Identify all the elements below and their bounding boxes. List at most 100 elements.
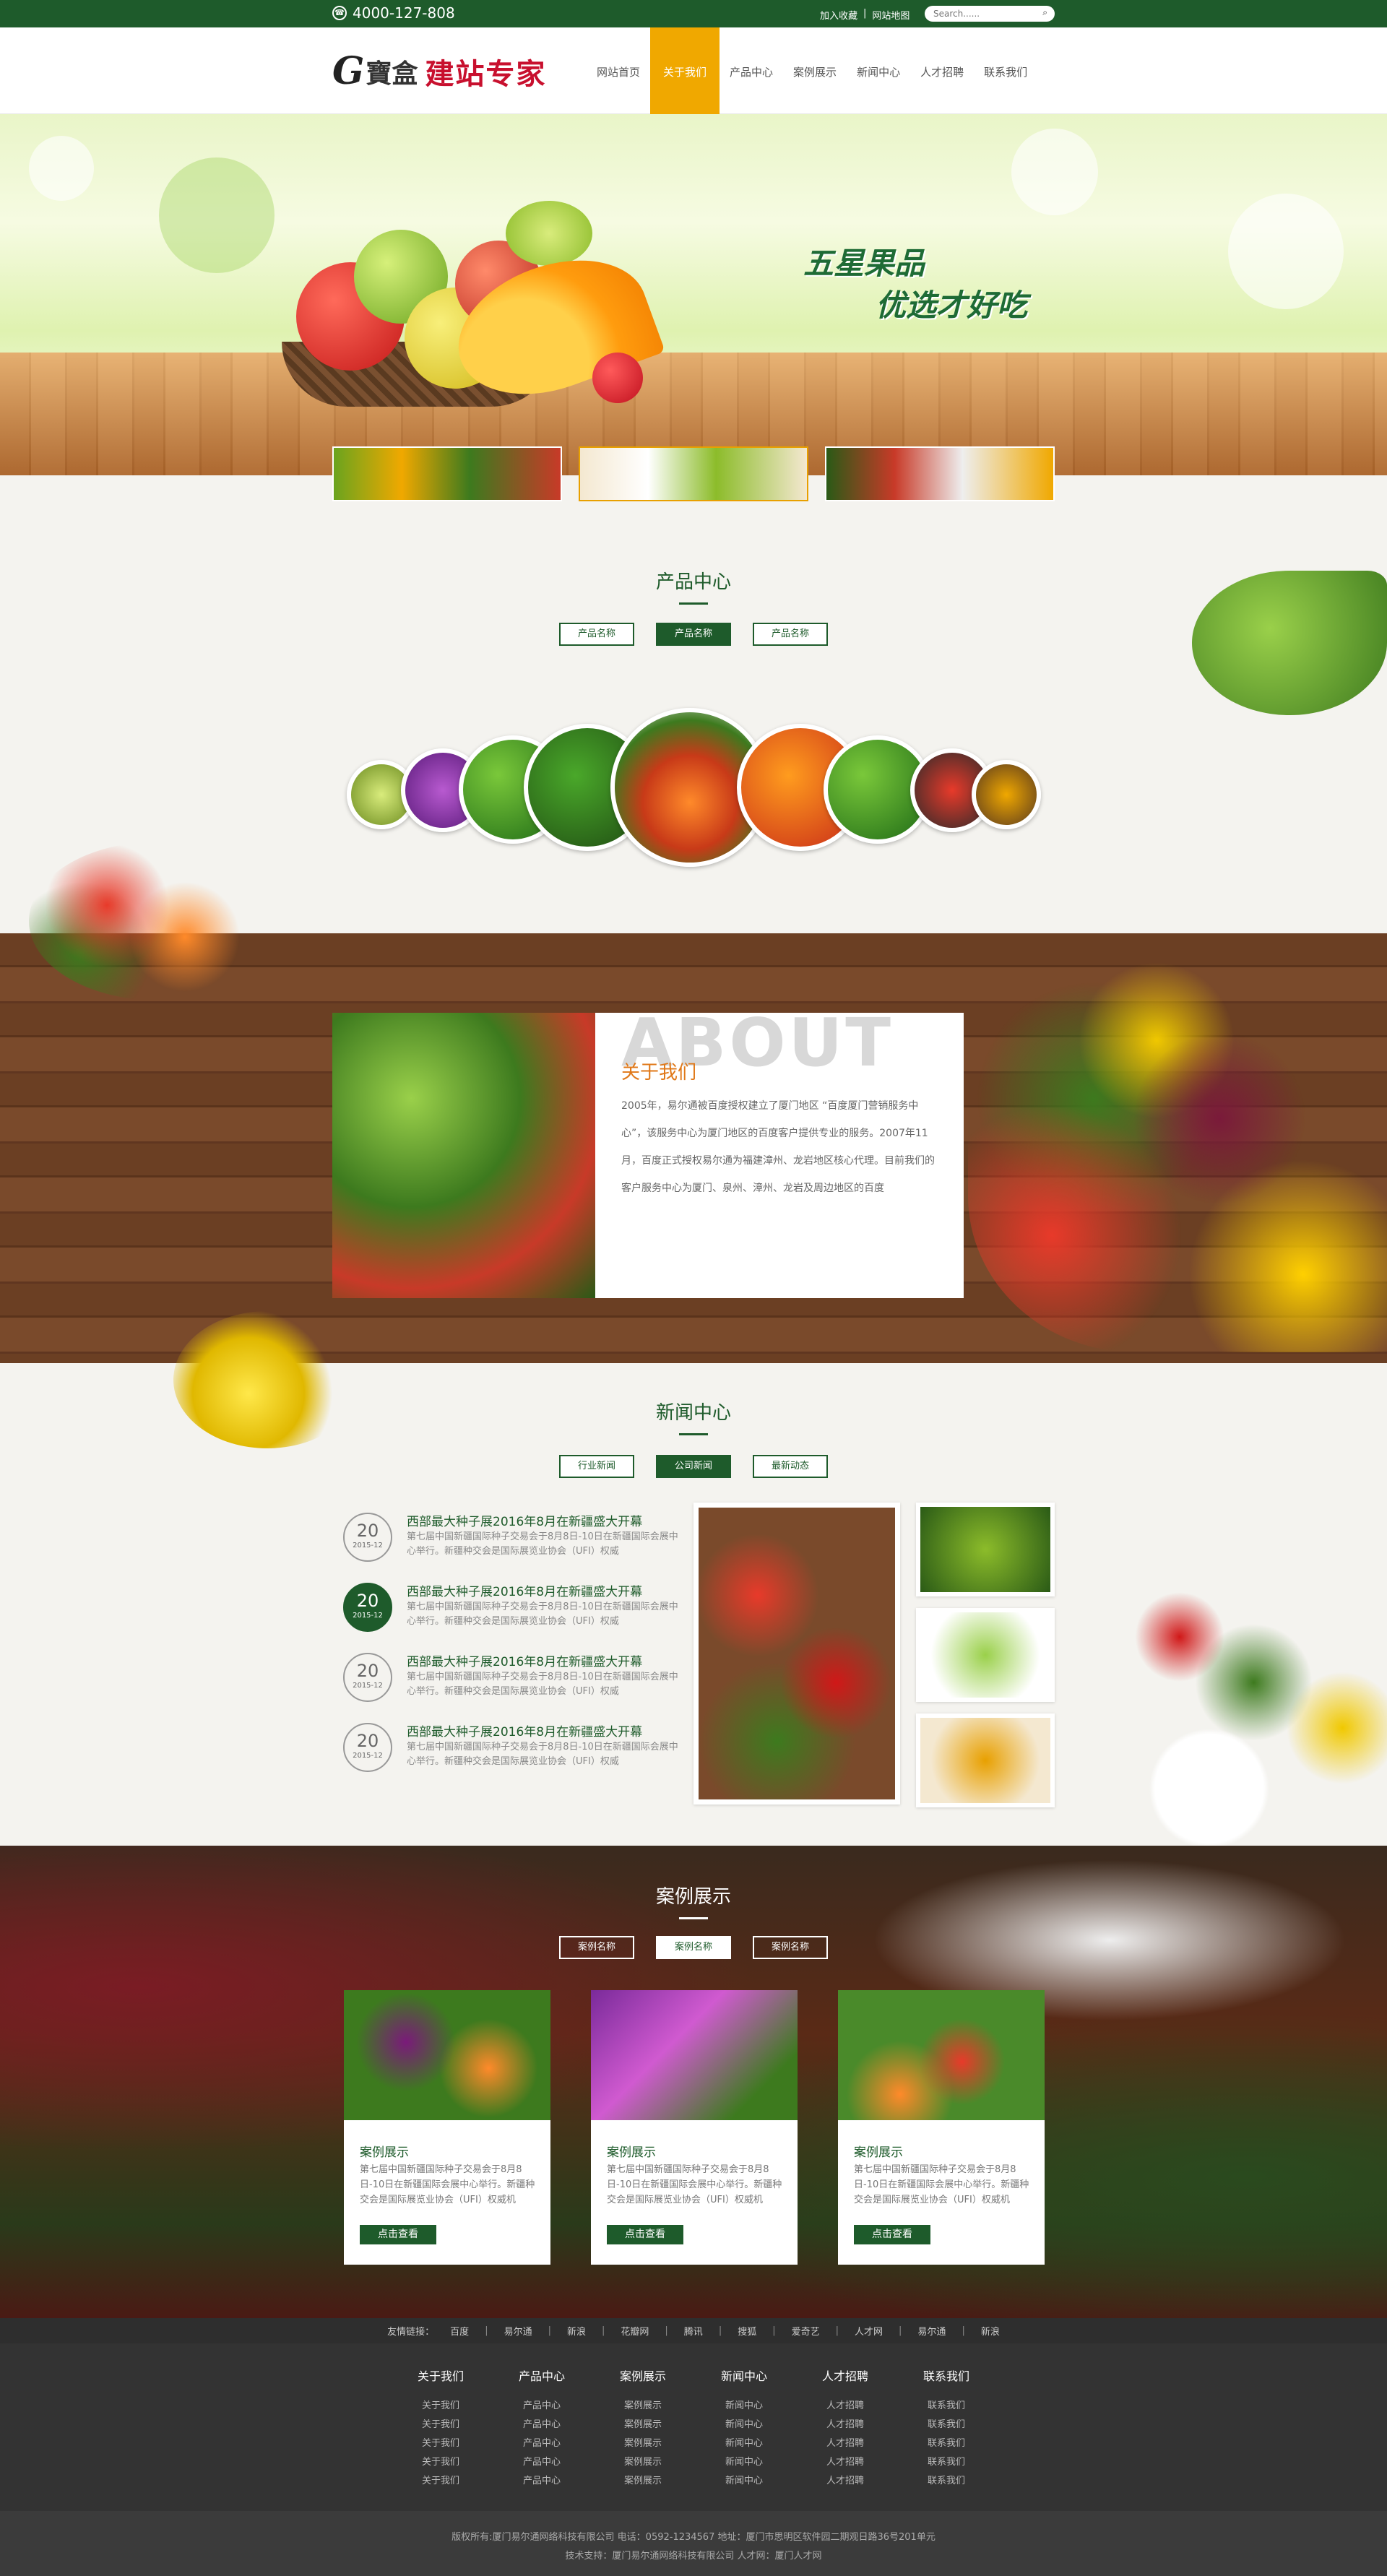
phone-icon: ☎ <box>332 6 347 20</box>
case-image <box>344 1990 550 2120</box>
banner-thumb-2[interactable] <box>579 446 808 501</box>
search-box: ⌕ <box>925 6 1055 22</box>
view-case-button[interactable]: 点击查看 <box>360 2225 436 2244</box>
about-section: ABOUT 关于我们 2005年，易尔通被百度授权建立了厦门地区 “百度厦门营销… <box>0 933 1387 1363</box>
news-date: 20 2015-12 <box>343 1513 392 1562</box>
case-card[interactable]: 案例展示 第七届中国新疆国际种子交易会于8月8日-10日在新疆国际会展中心举行。… <box>591 1990 798 2265</box>
banner-thumb-3[interactable] <box>825 446 1055 501</box>
hero-banner: 五星果品 优选才好吃 <box>0 114 1387 475</box>
news-thumb-2[interactable] <box>916 1608 1055 1702</box>
news-date: 20 2015-12 <box>343 1723 392 1772</box>
news-summary: 第七届中国新疆国际种子交易会于8月8日-10日在新疆国际会展中心举行。新疆种交会… <box>407 1672 678 1697</box>
footer-column: 产品中心 产品中心 产品中心 产品中心 产品中心 产品中心 <box>518 2369 565 2486</box>
news-item[interactable]: 20 2015-12 西部最大种子展2016年8月在新疆盛大开幕 第七届中国新疆国… <box>343 1580 683 1650</box>
vegetables-image <box>332 1013 595 1298</box>
fruit-basket-image <box>968 962 1387 1352</box>
news-summary: 第七届中国新疆国际种子交易会于8月8日-10日在新疆国际会展中心举行。新疆种交会… <box>407 1602 678 1627</box>
strawberry-image <box>592 353 643 403</box>
footer-column: 案例展示 案例展示 案例展示 案例展示 案例展示 案例展示 <box>619 2369 666 2486</box>
product-circle[interactable] <box>972 760 1041 829</box>
nav-news[interactable]: 新闻中心 <box>847 27 910 114</box>
friend-link[interactable]: 腾讯 <box>684 2324 703 2338</box>
news-item[interactable]: 20 2015-12 西部最大种子展2016年8月在新疆盛大开幕 第七届中国新疆国… <box>343 1650 683 1720</box>
logo[interactable]: G 寶盒 建站专家 <box>332 49 546 93</box>
nav-home[interactable]: 网站首页 <box>587 27 650 114</box>
case-tab-1[interactable]: 案例名称 <box>559 1936 634 1959</box>
case-tab-3[interactable]: 案例名称 <box>753 1936 828 1959</box>
friend-link[interactable]: 新浪 <box>567 2324 586 2338</box>
nav-contact[interactable]: 联系我们 <box>974 27 1037 114</box>
phone-number: ☎ 4000-127-808 <box>332 4 455 22</box>
nav-products[interactable]: 产品中心 <box>720 27 783 114</box>
products-title: 产品中心 <box>0 567 1387 605</box>
footer-column: 新闻中心 新闻中心 新闻中心 新闻中心 新闻中心 新闻中心 <box>720 2369 767 2486</box>
news-item[interactable]: 20 2015-12 西部最大种子展2016年8月在新疆盛大开幕 第七届中国新疆国… <box>343 1720 683 1790</box>
news-headline[interactable]: 西部最大种子展2016年8月在新疆盛大开幕 <box>407 1581 642 1599</box>
grapes-image <box>506 201 592 266</box>
main-nav: 网站首页 关于我们 产品中心 案例展示 新闻中心 人才招聘 联系我们 <box>587 27 1037 114</box>
news-headline[interactable]: 西部最大种子展2016年8月在新疆盛大开幕 <box>407 1721 642 1739</box>
view-case-button[interactable]: 点击查看 <box>607 2225 683 2244</box>
news-thumb-3[interactable] <box>916 1713 1055 1807</box>
news-title: 新闻中心 <box>0 1398 1387 1435</box>
footer-nav: 关于我们 关于我们 关于我们 关于我们 关于我们 关于我们 产品中心 产品中心 产品中心 产品中… <box>0 2343 1387 2511</box>
view-case-button[interactable]: 点击查看 <box>854 2225 930 2244</box>
friend-link[interactable]: 易尔通 <box>504 2324 532 2338</box>
vegetable-pile-image <box>29 842 289 1000</box>
nav-jobs[interactable]: 人才招聘 <box>910 27 974 114</box>
product-tab-2[interactable]: 产品名称 <box>656 623 731 646</box>
news-item[interactable]: 20 2015-12 西部最大种子展2016年8月在新疆盛大开幕 第七届中国新疆国… <box>343 1510 683 1580</box>
news-date: 20 2015-12 <box>343 1583 392 1632</box>
about-card: ABOUT 关于我们 2005年，易尔通被百度授权建立了厦门地区 “百度厦门营销… <box>595 1004 964 1298</box>
news-tab-industry[interactable]: 行业新闻 <box>559 1455 634 1478</box>
search-input[interactable] <box>933 9 1034 19</box>
friend-link[interactable]: 人才网 <box>855 2324 883 2338</box>
header: G 寶盒 建站专家 网站首页 关于我们 产品中心 案例展示 新闻中心 人才招聘 联系… <box>0 27 1387 114</box>
cases-tabs: 案例名称 案例名称 案例名称 <box>0 1936 1387 1959</box>
case-tab-2[interactable]: 案例名称 <box>656 1936 731 1959</box>
news-list: 20 2015-12 西部最大种子展2016年8月在新疆盛大开幕 第七届中国新疆国… <box>343 1510 683 1790</box>
cases-section: 案例展示 案例名称 案例名称 案例名称 案例展示 第七届中国新疆国际种子交易会于… <box>0 1846 1387 2318</box>
search-icon[interactable]: ⌕ <box>1042 7 1047 18</box>
about-text: 2005年，易尔通被百度授权建立了厦门地区 “百度厦门营销服务中心”，该服务中心… <box>621 1100 935 1194</box>
case-card[interactable]: 案例展示 第七届中国新疆国际种子交易会于8月8日-10日在新疆国际会展中心举行。… <box>344 1990 550 2265</box>
nav-about[interactable]: 关于我们 <box>650 27 720 114</box>
friend-link[interactable]: 搜狐 <box>738 2324 756 2338</box>
cases-title: 案例展示 <box>0 1882 1387 1919</box>
friend-link[interactable]: 花瓣网 <box>621 2324 649 2338</box>
news-featured-image[interactable] <box>694 1503 900 1805</box>
banner-slogan: 五星果品 优选才好吃 <box>803 246 1028 323</box>
case-card[interactable]: 案例展示 第七届中国新疆国际种子交易会于8月8日-10日在新疆国际会展中心举行。… <box>838 1990 1045 2265</box>
product-tab-1[interactable]: 产品名称 <box>559 623 634 646</box>
banner-thumbnails <box>332 446 1055 501</box>
friend-link[interactable]: 易尔通 <box>917 2324 946 2338</box>
news-thumb-1[interactable] <box>916 1503 1055 1596</box>
news-headline[interactable]: 西部最大种子展2016年8月在新疆盛大开幕 <box>407 1651 642 1669</box>
case-image <box>838 1990 1045 2120</box>
news-summary: 第七届中国新疆国际种子交易会于8月8日-10日在新疆国际会展中心举行。新疆种交会… <box>407 1531 678 1557</box>
add-favorite-link[interactable]: 加入收藏 <box>820 8 857 22</box>
news-summary: 第七届中国新疆国际种子交易会于8月8日-10日在新疆国际会展中心举行。新疆种交会… <box>407 1742 678 1767</box>
copyright: 版权所有:厦门易尔通网络科技有限公司 电话：0592-1234567 地址：厦门… <box>0 2511 1387 2576</box>
product-carousel <box>332 708 1055 867</box>
about-title: 关于我们 <box>621 1062 697 1084</box>
product-tab-3[interactable]: 产品名称 <box>753 623 828 646</box>
sitemap-link[interactable]: 网站地图 <box>872 8 909 22</box>
products-tabs: 产品名称 产品名称 产品名称 <box>0 623 1387 646</box>
news-tabs: 行业新闻 公司新闻 最新动态 <box>0 1455 1387 1478</box>
footer-column: 联系我们 联系我们 联系我们 联系我们 联系我们 联系我们 <box>922 2369 969 2486</box>
salad-image <box>1091 1546 1387 1849</box>
friend-link[interactable]: 爱奇艺 <box>792 2324 820 2338</box>
footer-column: 关于我们 关于我们 关于我们 关于我们 关于我们 关于我们 <box>417 2369 464 2486</box>
friend-links: 友情链接： 百度 | 易尔通 | 新浪 | 花瓣网 | 腾讯 | 搜狐 | 爱奇艺 | 人才网… <box>0 2318 1387 2343</box>
nav-cases[interactable]: 案例展示 <box>783 27 847 114</box>
case-image <box>591 1990 798 2120</box>
top-bar: ☎4000-127-808 加入收藏| 网站地图 ⌕ <box>0 0 1387 27</box>
friend-link[interactable]: 百度 <box>450 2324 469 2338</box>
news-tab-company[interactable]: 公司新闻 <box>656 1455 731 1478</box>
news-headline[interactable]: 西部最大种子展2016年8月在新疆盛大开幕 <box>407 1511 642 1529</box>
friend-link[interactable]: 新浪 <box>981 2324 1000 2338</box>
footer-column: 人才招聘 人才招聘 人才招聘 人才招聘 人才招聘 人才招聘 <box>821 2369 868 2486</box>
news-tab-latest[interactable]: 最新动态 <box>753 1455 828 1478</box>
banner-thumb-1[interactable] <box>332 446 562 501</box>
